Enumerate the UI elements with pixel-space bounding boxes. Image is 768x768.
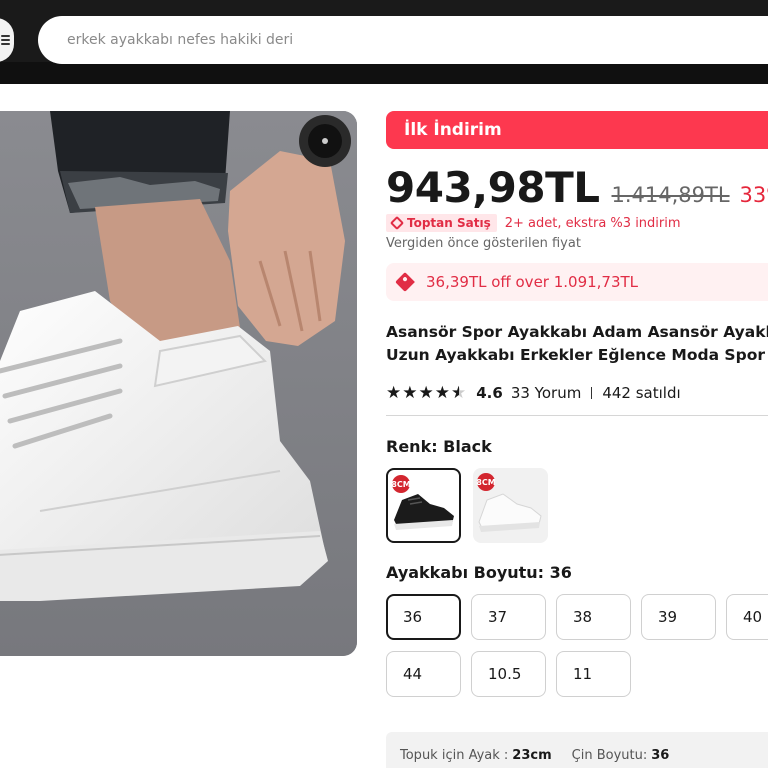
size-option[interactable]: 39 bbox=[641, 594, 716, 640]
heel-length-value: 23cm bbox=[512, 747, 552, 763]
discount-percent: 33% bbox=[739, 183, 768, 207]
search-input[interactable]: erkek ayakkabı nefes hakiki deri bbox=[38, 16, 768, 64]
color-option-white[interactable]: 8CM bbox=[473, 468, 548, 543]
color-label: Renk: Black bbox=[386, 437, 492, 456]
coupon-tag-icon bbox=[395, 272, 415, 292]
color-option-black[interactable]: 8CM bbox=[386, 468, 461, 543]
size-option[interactable]: 11 bbox=[556, 651, 631, 697]
divider bbox=[386, 415, 768, 416]
star-icon: ★ bbox=[386, 382, 402, 403]
coupon-banner[interactable]: 36,39TL off over 1.091,73TL bbox=[386, 263, 768, 301]
coupon-text: 36,39TL off over 1.091,73TL bbox=[426, 273, 639, 291]
separator bbox=[591, 387, 593, 399]
top-bar-strip bbox=[0, 62, 768, 84]
size-option[interactable]: 40 bbox=[726, 594, 768, 640]
star-icon: ★ bbox=[434, 382, 450, 403]
wholesale-badge: Toptan Satış bbox=[386, 214, 497, 232]
price-row: 943,98TL 1.414,89TL 33% bbox=[386, 163, 768, 212]
search-input-text: erkek ayakkabı nefes hakiki deri bbox=[67, 32, 294, 48]
menu-icon bbox=[1, 35, 10, 45]
sneaker-photo bbox=[0, 111, 357, 656]
original-price: 1.414,89TL bbox=[611, 183, 730, 207]
wholesale-badge-label: Toptan Satış bbox=[407, 216, 491, 230]
reference-price-note: Vergiden önce gösterilen fiyat bbox=[386, 236, 581, 251]
heel-length-label: Topuk için Ayak : bbox=[400, 747, 509, 763]
product-image[interactable] bbox=[0, 111, 357, 656]
star-icon: ★ bbox=[402, 382, 418, 403]
rating-value: 4.6 bbox=[476, 384, 503, 402]
reviews-link[interactable]: 33 Yorum bbox=[511, 384, 582, 402]
size-option[interactable]: 36 bbox=[386, 594, 461, 640]
menu-button[interactable] bbox=[0, 18, 14, 62]
current-price: 943,98TL bbox=[386, 163, 600, 212]
star-rating: ★ ★ ★ ★ ★ bbox=[386, 382, 467, 403]
half-star-icon: ★ bbox=[451, 382, 467, 403]
product-title-line: Uzun Ayakkabı Erkekler Eğlence Moda Spor… bbox=[386, 346, 768, 364]
size-option[interactable]: 38 bbox=[556, 594, 631, 640]
size-option[interactable]: 10.5 bbox=[471, 651, 546, 697]
color-swatches: 8CM 8CM bbox=[386, 468, 768, 543]
product-title: Asansör Spor Ayakkabı Adam Asansör Ayakk… bbox=[386, 321, 768, 367]
size-options: 36 37 38 39 40 44 10.5 11 bbox=[386, 594, 768, 697]
china-size-label: Çin Boyutu: bbox=[571, 747, 648, 763]
first-discount-banner: İlk İndirim bbox=[386, 111, 768, 149]
product-info: İlk İndirim 943,98TL 1.414,89TL 33% Topt… bbox=[386, 111, 768, 697]
sold-count: 442 satıldı bbox=[602, 384, 681, 402]
tag-icon bbox=[389, 215, 405, 231]
size-fit-info: Topuk için Ayak : 23cm Çin Boyutu: 36 bbox=[386, 732, 768, 768]
product-title-line: Asansör Spor Ayakkabı Adam Asansör Ayakk… bbox=[386, 323, 768, 341]
star-icon: ★ bbox=[418, 382, 434, 403]
height-badge: 8CM bbox=[476, 473, 496, 491]
wholesale-text: 2+ adet, ekstra %3 indirim bbox=[504, 215, 681, 231]
height-badge: 8CM bbox=[391, 475, 411, 493]
top-bar: erkek ayakkabı nefes hakiki deri bbox=[0, 0, 768, 84]
china-size-value: 36 bbox=[651, 747, 670, 763]
size-option[interactable]: 44 bbox=[386, 651, 461, 697]
size-label: Ayakkabı Boyutu: 36 bbox=[386, 563, 572, 582]
banner-label: İlk İndirim bbox=[404, 120, 502, 140]
wholesale-row: Toptan Satış 2+ adet, ekstra %3 indirim bbox=[386, 214, 768, 232]
size-option[interactable]: 37 bbox=[471, 594, 546, 640]
rating-row: ★ ★ ★ ★ ★ 4.6 33 Yorum 442 satıldı bbox=[386, 384, 768, 402]
